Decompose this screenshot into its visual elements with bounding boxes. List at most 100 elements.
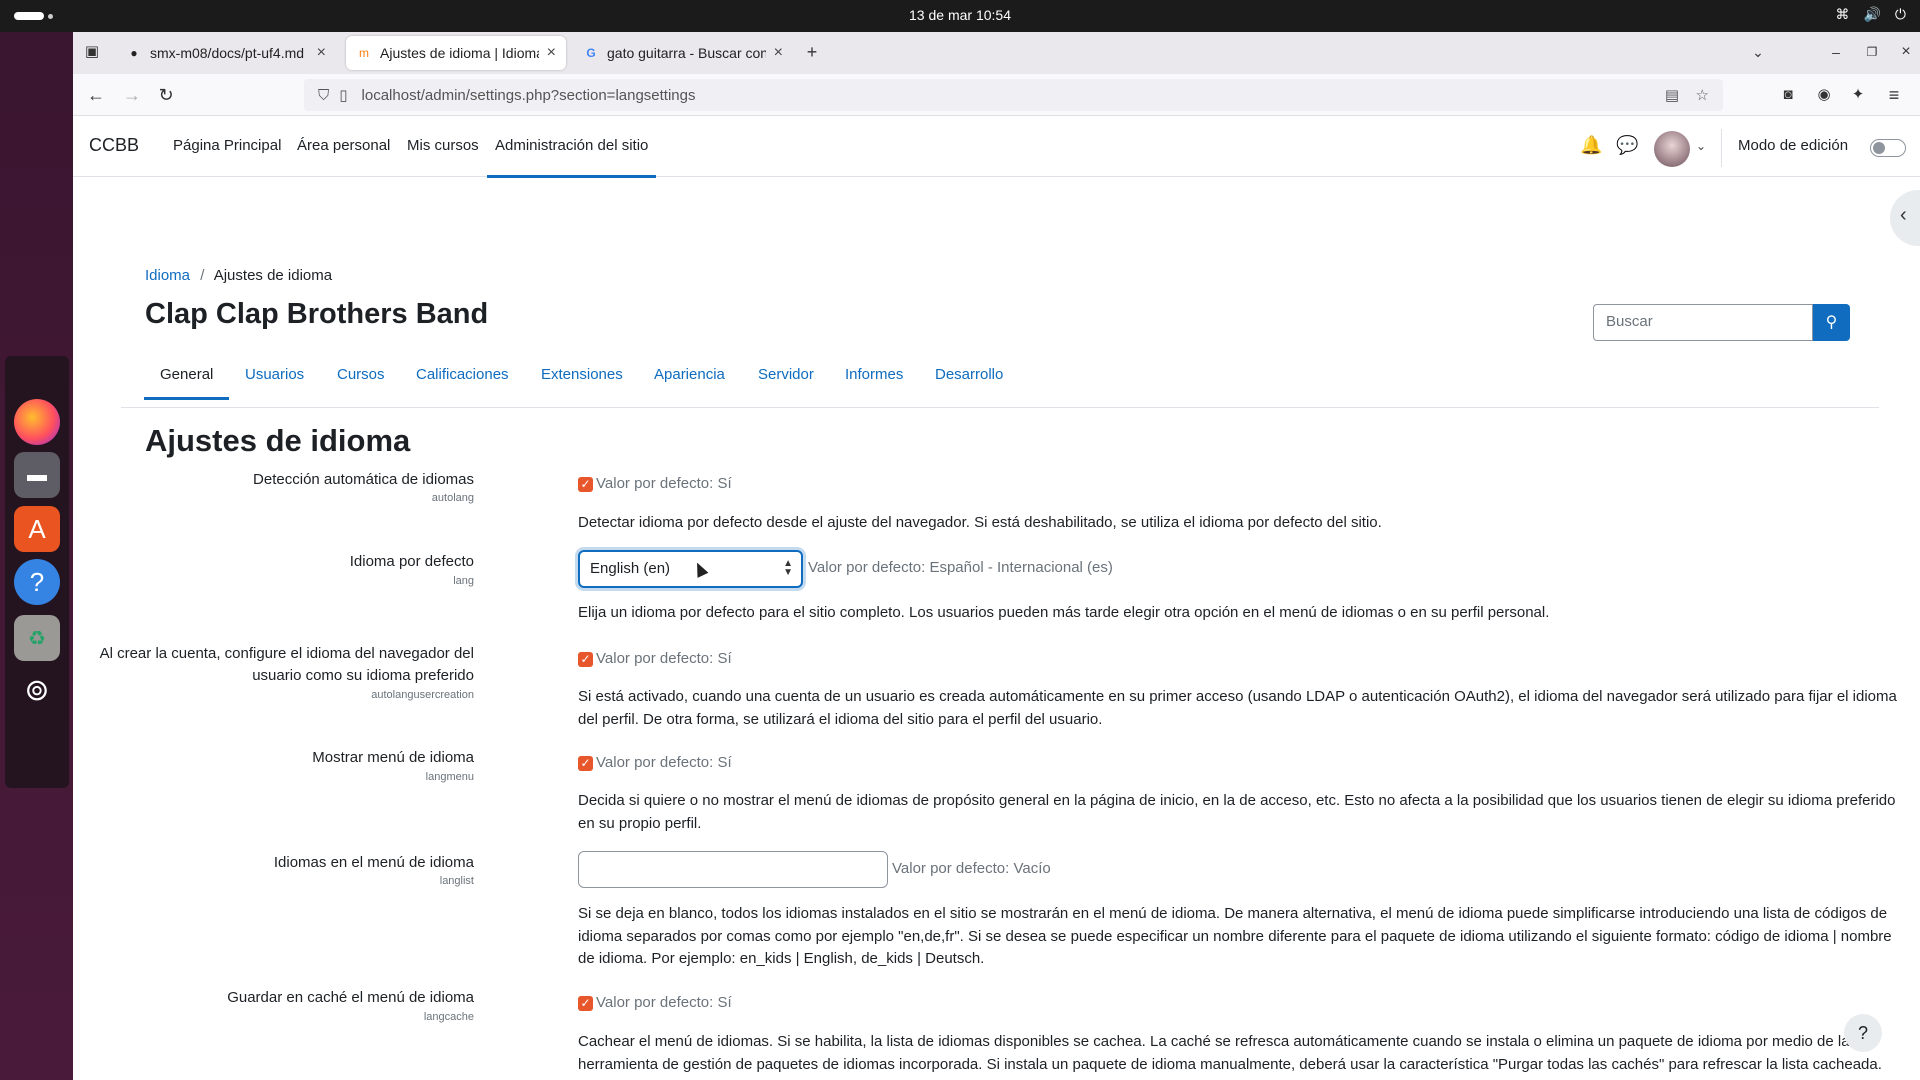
default-value: Valor por defecto: Sí	[596, 754, 732, 771]
tab-calificaciones[interactable]: Calificaciones	[416, 366, 509, 383]
minimize-icon[interactable]: –	[1824, 40, 1848, 64]
tab-informes[interactable]: Informes	[845, 366, 903, 383]
setting-label: Mostrar menú de idioma	[312, 749, 474, 766]
divider	[1721, 129, 1722, 167]
tab-title: gato guitarra - Buscar con	[607, 45, 766, 61]
tab-strip: ▣ ● smx-m08/docs/pt-uf4.md × m Ajustes d…	[73, 32, 1920, 74]
messages-icon[interactable]: 💬	[1616, 135, 1638, 156]
setting-key: autolang	[431, 492, 474, 504]
autolangusercreation-checkbox[interactable]: ✓	[578, 652, 593, 667]
tab-overview-icon[interactable]: ▣	[80, 40, 104, 64]
moodle-primary-nav: CCBB Página Principal Área personal Mis …	[73, 117, 1920, 178]
reload-icon[interactable]: ↻	[154, 83, 178, 107]
setting-label: Guardar en caché el menú de idioma	[227, 989, 474, 1006]
edit-mode-label: Modo de edición	[1738, 137, 1849, 154]
system-clock[interactable]: 13 de mar 10:54	[0, 7, 1920, 23]
tab-desarrollo[interactable]: Desarrollo	[935, 366, 1003, 383]
firefox-icon[interactable]	[14, 399, 60, 445]
help-icon[interactable]: ?	[14, 559, 60, 605]
navigation-toolbar: ← → ↻ ⛉ ▯ localhost/admin/settings.php?s…	[73, 74, 1920, 116]
breadcrumb-current: Ajustes de idioma	[213, 267, 333, 284]
nav-area-personal[interactable]: Área personal	[297, 137, 390, 154]
avatar[interactable]	[1654, 131, 1690, 167]
tab-extensiones[interactable]: Extensiones	[541, 366, 623, 383]
close-window-icon[interactable]: ×	[1894, 40, 1918, 64]
tab-github[interactable]: ● smx-m08/docs/pt-uf4.md ×	[116, 36, 336, 70]
forward-icon[interactable]: →	[120, 83, 144, 107]
power-icon[interactable]: ⏻	[1895, 6, 1906, 23]
default-value: Valor por defecto: Sí	[596, 994, 732, 1011]
network-icon[interactable]: ⌘	[1835, 6, 1849, 23]
new-tab-icon[interactable]: +	[800, 40, 824, 64]
breadcrumb-idioma[interactable]: Idioma	[145, 267, 190, 284]
trash-icon[interactable]: ♻	[14, 615, 60, 661]
url-text[interactable]: localhost/admin/settings.php?section=lan…	[362, 87, 696, 104]
langlist-input[interactable]	[578, 851, 888, 888]
setting-description: Si está activado, cuando una cuenta de u…	[578, 688, 1897, 728]
page-icon: ▯	[339, 87, 348, 104]
close-tab-icon[interactable]: ×	[317, 44, 326, 62]
default-language-select[interactable]: English (en) ▲ ▼	[578, 550, 803, 588]
tab-usuarios[interactable]: Usuarios	[245, 366, 304, 383]
site-brand[interactable]: CCBB	[89, 135, 139, 156]
nav-administracion-sitio[interactable]: Administración del sitio	[486, 137, 657, 178]
volume-icon[interactable]: 🔊	[1863, 6, 1880, 23]
admin-search-input[interactable]: Buscar	[1593, 304, 1813, 341]
open-drawer-button[interactable]: ‹	[1890, 190, 1920, 246]
default-value: Valor por defecto: Sí	[596, 475, 732, 492]
close-tab-icon[interactable]: ×	[547, 44, 556, 62]
bookmark-star-icon[interactable]: ☆	[1696, 86, 1709, 104]
setting-key: lang	[453, 575, 474, 587]
setting-description: Detectar idioma por defecto desde el aju…	[578, 514, 1382, 531]
files-icon[interactable]: ▬	[14, 452, 60, 498]
google-icon: G	[586, 46, 596, 60]
github-icon: ●	[130, 46, 138, 60]
pocket-icon[interactable]: ◙	[1776, 83, 1800, 107]
close-tab-icon[interactable]: ×	[774, 44, 783, 62]
default-value: Valor por defecto: Español - Internacion…	[808, 559, 1113, 576]
account-icon[interactable]: ◉	[1812, 83, 1836, 107]
nav-mis-cursos[interactable]: Mis cursos	[407, 137, 479, 154]
tab-general[interactable]: General	[143, 366, 230, 400]
search-button[interactable]: ⚲	[1813, 304, 1850, 341]
system-tray[interactable]: ⌘ 🔊 ⏻	[1835, 6, 1906, 23]
app-center-icon[interactable]: A	[14, 506, 60, 552]
tab-servidor[interactable]: Servidor	[758, 366, 814, 383]
setting-description: Decida si quiere o no mostrar el menú de…	[578, 792, 1896, 832]
setting-key: langmenu	[425, 771, 474, 783]
tab-cursos[interactable]: Cursos	[337, 366, 385, 383]
langmenu-checkbox[interactable]: ✓	[578, 756, 593, 771]
setting-description: Elija un idioma por defecto para el siti…	[578, 604, 1550, 621]
show-apps-icon[interactable]: ⊚	[14, 667, 60, 713]
list-tabs-icon[interactable]: ⌄	[1746, 40, 1770, 64]
chevron-down-icon[interactable]: ⌄	[1696, 139, 1706, 153]
setting-description: Cachear el menú de idiomas. Si se habili…	[578, 1033, 1882, 1073]
select-value: English (en)	[590, 560, 671, 577]
shield-icon[interactable]: ⛉	[318, 87, 329, 104]
nav-pagina-principal[interactable]: Página Principal	[173, 137, 281, 154]
extensions-icon[interactable]: ✦	[1846, 83, 1870, 107]
section-title: Ajustes de idioma	[145, 423, 411, 458]
back-icon[interactable]: ←	[84, 83, 108, 107]
url-bar[interactable]: ⛉ ▯ localhost/admin/settings.php?section…	[304, 79, 1723, 111]
help-button[interactable]: ?	[1844, 1014, 1882, 1052]
tab-apariencia[interactable]: Apariencia	[654, 366, 725, 383]
page-content: CCBB Página Principal Área personal Mis …	[73, 117, 1920, 1080]
autolang-checkbox[interactable]: ✓	[578, 477, 593, 492]
default-value: Valor por defecto: Vacío	[892, 860, 1051, 877]
moodle-icon: m	[359, 46, 369, 60]
menu-icon[interactable]: ≡	[1882, 83, 1906, 107]
tab-title: Ajustes de idioma | Idioma	[380, 45, 539, 61]
maximize-icon[interactable]: ❐	[1860, 40, 1884, 64]
setting-label-line2: usuario como su idioma preferido	[252, 667, 474, 684]
setting-key: langcache	[423, 1011, 474, 1023]
tab-google-search[interactable]: G gato guitarra - Buscar con ×	[573, 36, 793, 70]
setting-label: Detección automática de idiomas	[253, 471, 474, 488]
tab-title: smx-m08/docs/pt-uf4.md	[150, 45, 305, 61]
bell-icon[interactable]: 🔔	[1580, 135, 1602, 156]
edit-mode-toggle[interactable]	[1870, 139, 1906, 157]
reader-view-icon[interactable]: ▤	[1665, 86, 1679, 104]
langcache-checkbox[interactable]: ✓	[578, 996, 593, 1011]
default-value: Valor por defecto: Sí	[596, 650, 732, 667]
tab-ajustes-idioma[interactable]: m Ajustes de idioma | Idioma ×	[346, 36, 566, 70]
